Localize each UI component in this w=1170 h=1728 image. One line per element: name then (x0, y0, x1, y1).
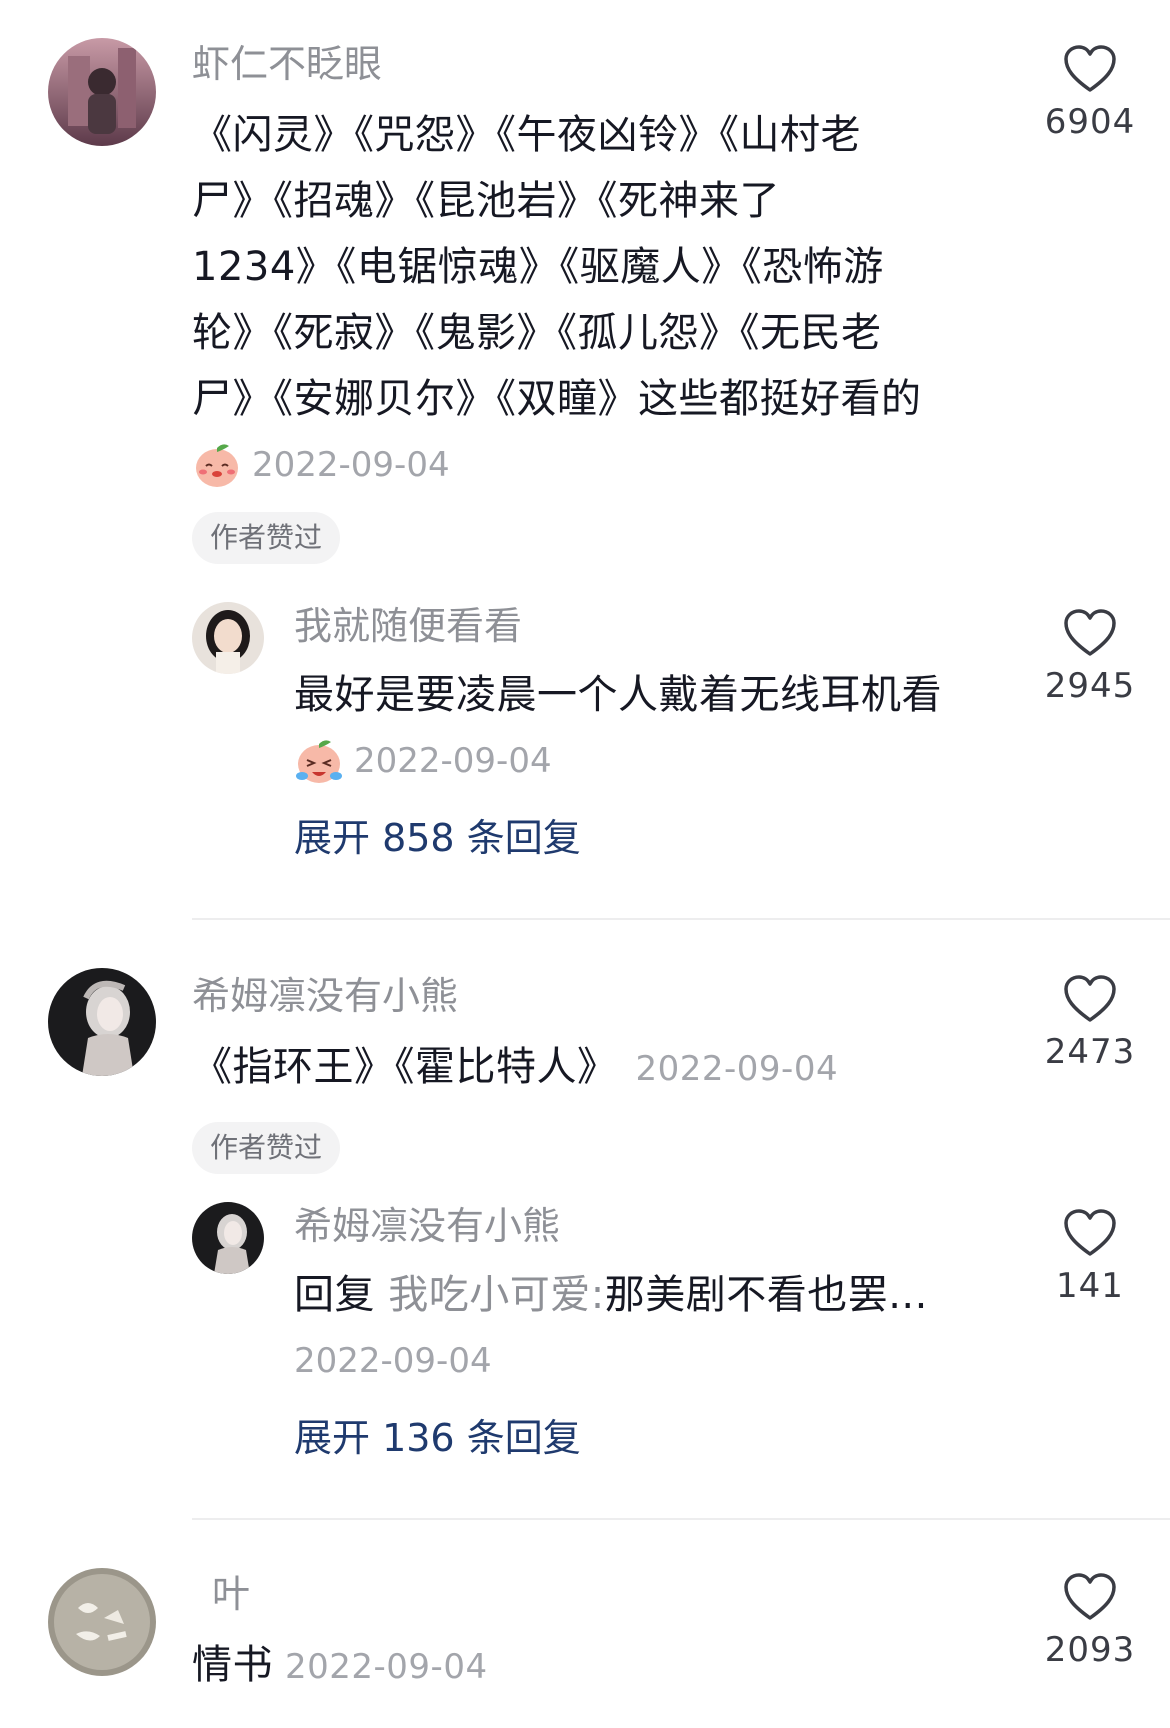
comment-text-line: 尸》《安娜贝尔》《双瞳》这些都挺好看的 (192, 376, 922, 422)
comment-date: 2022-09-04 (252, 445, 450, 485)
blushing-peach-emoji (192, 440, 242, 490)
expand-replies-link[interactable]: 展开 858 条回复 (294, 808, 1024, 868)
heart-icon (1064, 1209, 1116, 1256)
reply-text: 最好是要凌晨一个人戴着无线耳机看 (294, 672, 942, 718)
reply-date: 2022-09-04 (354, 741, 552, 781)
username[interactable]: 叶 (192, 1568, 1022, 1620)
like-count: 6904 (1044, 102, 1136, 142)
comment-date: 2022-09-04 (285, 1647, 488, 1687)
like-button[interactable]: 6904 (1020, 44, 1160, 144)
comment-text-content: 情书 (192, 1642, 273, 1688)
reply-like-button[interactable]: 141 (1020, 1208, 1160, 1308)
comment-meta: 2022-09-04 (192, 432, 1022, 498)
comment-text-line: 轮》《死寂》《鬼影》《孤儿怨》《无民老 (192, 310, 882, 356)
comment-text-content: 《指环王》《霍比特人》 (192, 1044, 618, 1090)
reply-text: 回复 我吃小可爱:那美剧不看也罢... (294, 1262, 1024, 1328)
avatar[interactable] (48, 1568, 156, 1676)
crying-peach-emoji (294, 736, 344, 786)
comment-text: 情书 2022-09-04 (192, 1632, 1022, 1700)
divider (192, 918, 1170, 920)
avatar[interactable] (48, 968, 156, 1076)
author-liked-badge: 作者赞过 (192, 1122, 341, 1174)
username[interactable]: 虾仁不眨眼 (192, 38, 1022, 90)
avatar[interactable] (48, 38, 156, 146)
author-liked-badge: 作者赞过 (192, 512, 341, 564)
username[interactable]: 希姆凛没有小熊 (192, 970, 1022, 1022)
comment-date: 2022-09-04 (635, 1049, 839, 1089)
heart-icon (1064, 609, 1116, 656)
comment-text-line: 《闪灵》《咒怨》《午夜凶铃》《山村老 (192, 112, 861, 158)
like-count: 141 (1056, 1266, 1124, 1306)
reply-prefix: 回复 (294, 1272, 375, 1318)
reply-to-user[interactable]: 我吃小可爱: (388, 1272, 604, 1318)
reply-meta: 2022-09-04 (294, 1328, 1024, 1394)
comment-list: 虾仁不眨眼 《闪灵》《咒怨》《午夜凶铃》《山村老 尸》《招魂》《昆池岩》《死神来… (0, 0, 1170, 1728)
reply-date: 2022-09-04 (294, 1341, 492, 1381)
expand-replies-link[interactable]: 展开 136 条回复 (294, 1408, 1024, 1468)
like-button[interactable]: 2473 (1020, 974, 1160, 1074)
reply-like-button[interactable]: 2945 (1020, 608, 1160, 708)
like-count: 2945 (1044, 666, 1136, 706)
reply-username[interactable]: 我就随便看看 (294, 600, 1024, 652)
comment-text: 《闪灵》《咒怨》《午夜凶铃》《山村老 尸》《招魂》《昆池岩》《死神来了 1234… (192, 102, 1022, 432)
reply-avatar[interactable] (192, 602, 264, 674)
comment-text-line: 尸》《招魂》《昆池岩》《死神来了 (192, 178, 780, 224)
like-button[interactable]: 2093 (1020, 1572, 1160, 1672)
reply-avatar[interactable] (192, 1202, 264, 1274)
heart-icon (1064, 975, 1116, 1022)
divider (192, 1518, 1170, 1520)
comment-text: 《指环王》《霍比特人》 2022-09-04 (192, 1034, 1022, 1102)
reply-text-content: 那美剧不看也罢... (604, 1272, 928, 1318)
heart-icon (1064, 45, 1116, 92)
like-count: 2093 (1044, 1630, 1136, 1670)
like-count: 2473 (1044, 1032, 1136, 1072)
heart-icon (1064, 1573, 1116, 1620)
comment-text-line: 1234》《电锯惊魂》《驱魔人》《恐怖游 (192, 244, 884, 290)
reply-username[interactable]: 希姆凛没有小熊 (294, 1200, 1024, 1252)
reply-meta: 2022-09-04 (294, 728, 1024, 794)
